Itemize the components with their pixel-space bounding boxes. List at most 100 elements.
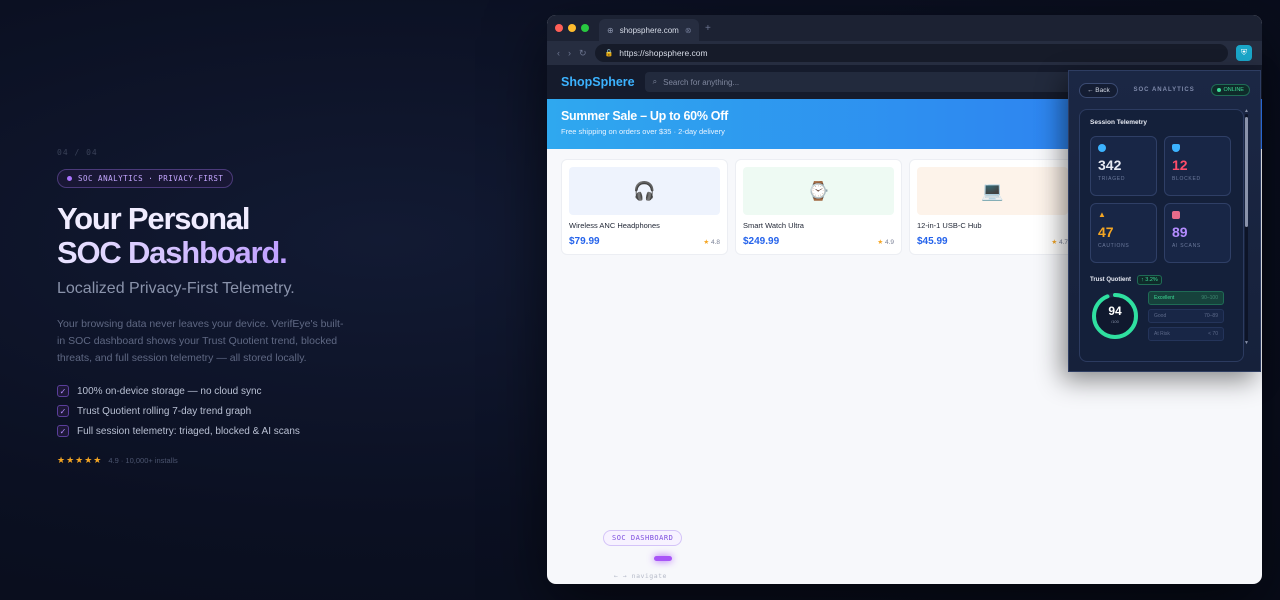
product-rating: ★ 4.7 xyxy=(1051,238,1068,246)
product-card[interactable]: 🎧 Wireless ANC Headphones $79.99 ★ 4.8 xyxy=(561,159,728,255)
rating-value: 4.8 xyxy=(710,238,720,246)
popup-scrollbar[interactable]: ▲ ▼ xyxy=(1244,109,1249,346)
minimize-window-button[interactable] xyxy=(568,24,576,32)
stat-card-cautions: ▲ 47 CAUTIONS xyxy=(1090,203,1157,263)
back-arrow-icon[interactable]: ‹ xyxy=(557,48,560,59)
warning-icon: ▲ xyxy=(1098,210,1106,219)
feature-item: ✓ 100% on-device storage — no cloud sync xyxy=(57,381,347,401)
feature-list: ✓ 100% on-device storage — no cloud sync … xyxy=(57,381,347,441)
trust-quotient-body: 94 /100 Excellent 90–100 Good 70–89 At R… xyxy=(1090,291,1233,341)
product-card[interactable]: ⌚ Smart Watch Ultra $249.99 ★ 4.9 xyxy=(735,159,902,255)
star-icon: ★ xyxy=(703,238,710,246)
product-meta: $79.99 ★ 4.8 xyxy=(569,236,720,247)
check-icon: ✓ xyxy=(57,385,69,397)
scroll-thumb[interactable] xyxy=(1245,117,1248,227)
product-price: $79.99 xyxy=(569,236,600,247)
tier-at-risk: At Risk < 70 xyxy=(1148,327,1224,341)
product-price: $45.99 xyxy=(917,236,948,247)
scroll-up-icon[interactable]: ▲ xyxy=(1244,109,1249,114)
subheadline: Localized Privacy-First Telemetry. xyxy=(57,280,295,297)
check-icon: ✓ xyxy=(57,425,69,437)
popup-header: ← Back SOC ANALYTICS ONLINE xyxy=(1069,71,1260,109)
tab-title: shopsphere.com xyxy=(619,25,679,35)
tier-label: At Risk xyxy=(1154,331,1170,337)
category-pill: SOC ANALYTICS · PRIVACY-FIRST xyxy=(57,169,234,188)
slide-indicator[interactable] xyxy=(654,556,672,561)
headline-line-1: Your Personal xyxy=(57,201,250,236)
stat-value: 12 xyxy=(1172,157,1188,173)
feature-text: Trust Quotient rolling 7-day trend graph xyxy=(77,405,252,417)
product-meta: $45.99 ★ 4.7 xyxy=(917,236,1068,247)
trust-quotient-delta: ↑ 3.2% xyxy=(1137,275,1162,285)
laptop-icon: 💻 xyxy=(917,167,1068,215)
feature-item: ✓ Full session telemetry: triaged, blocke… xyxy=(57,421,347,441)
stat-label: TRIAGED xyxy=(1098,176,1126,182)
trust-quotient-header: Trust Quotient ↑ 3.2% xyxy=(1090,275,1233,285)
status-badge: ONLINE xyxy=(1210,84,1250,96)
site-search-input[interactable]: ⌕ Search for anything... xyxy=(644,72,1075,92)
star-icon: ★ xyxy=(877,238,884,246)
navigate-hint: ← → navigate xyxy=(614,572,667,580)
lock-icon: 🔒 xyxy=(604,50,614,57)
description: Your browsing data never leaves your dev… xyxy=(57,318,344,364)
feature-item: ✓ Trust Quotient rolling 7-day trend grap… xyxy=(57,401,347,421)
stats-grid: 342 TRIAGED 12 BLOCKED ▲ 47 CAUTIONS 89 … xyxy=(1090,136,1233,263)
stat-value: 342 xyxy=(1098,157,1122,173)
product-name: Wireless ANC Headphones xyxy=(569,221,660,230)
globe-icon: ⊕ xyxy=(607,25,614,35)
trust-quotient-scale: /100 xyxy=(1111,319,1119,324)
forward-arrow-icon[interactable]: › xyxy=(568,48,571,59)
trust-quotient-value: 94 xyxy=(1108,304,1122,318)
tier-range: 70–89 xyxy=(1204,313,1218,319)
reload-icon[interactable]: ↻ xyxy=(579,48,587,59)
close-tab-icon[interactable]: ⊗ xyxy=(685,26,692,35)
address-bar[interactable]: 🔒 https://shopsphere.com xyxy=(594,44,1228,62)
shield-icon xyxy=(1098,144,1106,152)
tier-excellent: Excellent 90–100 xyxy=(1148,291,1224,305)
headphones-icon: 🎧 xyxy=(569,167,720,215)
robot-icon xyxy=(1172,211,1180,219)
telemetry-title: Session Telemetry xyxy=(1090,119,1147,126)
search-placeholder: Search for anything... xyxy=(663,77,740,87)
status-dot xyxy=(1216,88,1221,92)
product-name: Smart Watch Ultra xyxy=(743,221,804,230)
session-telemetry-panel: Session Telemetry 342 TRIAGED 12 BLOCKED… xyxy=(1079,109,1244,362)
stat-card-ai-scans: 89 AI SCANS xyxy=(1164,203,1231,263)
browser-tab[interactable]: ⊕ shopsphere.com ⊗ xyxy=(599,19,699,41)
trust-quotient-gauge: 94 /100 xyxy=(1090,291,1140,341)
popup-title: SOC ANALYTICS xyxy=(1133,87,1195,93)
stat-label: AI SCANS xyxy=(1172,243,1201,249)
close-window-button[interactable] xyxy=(555,24,563,32)
check-icon: ✓ xyxy=(57,405,69,417)
tier-label: Good xyxy=(1154,313,1167,319)
tier-range: 90–100 xyxy=(1201,295,1218,301)
stat-label: CAUTIONS xyxy=(1098,243,1130,249)
site-logo[interactable]: ShopSphere xyxy=(561,75,635,89)
product-rating: ★ 4.8 xyxy=(703,238,720,246)
headline-line-2: SOC Dashboard. xyxy=(57,236,347,270)
scroll-down-icon[interactable]: ▼ xyxy=(1244,341,1249,346)
tier-label: Excellent xyxy=(1154,295,1175,301)
nav-buttons: ‹ › ↻ xyxy=(557,48,587,59)
rating-value: 4.7 xyxy=(1058,238,1068,246)
stat-value: 89 xyxy=(1172,224,1188,240)
shield-icon xyxy=(1172,144,1180,152)
back-button[interactable]: ← Back xyxy=(1079,82,1118,98)
watch-icon: ⌚ xyxy=(743,167,894,215)
star-icons: ★★★★★ xyxy=(57,455,103,465)
window-controls xyxy=(555,24,589,32)
stat-label: BLOCKED xyxy=(1172,176,1201,182)
verifeye-extension-icon[interactable]: ⛨ xyxy=(1236,45,1252,61)
product-meta: $249.99 ★ 4.9 xyxy=(743,236,894,247)
product-card[interactable]: 💻 12-in-1 USB-C Hub $45.99 ★ 4.7 xyxy=(909,159,1076,255)
stat-card-triaged: 342 TRIAGED xyxy=(1090,136,1157,196)
extension-popup: ← Back SOC ANALYTICS ONLINE Session Tele… xyxy=(1068,70,1261,372)
new-tab-button[interactable]: + xyxy=(705,23,711,34)
maximize-window-button[interactable] xyxy=(581,24,589,32)
rating-value: 4.9 xyxy=(884,238,894,246)
rating: ★★★★★ 4.9 · 10,000+ installs xyxy=(57,455,347,466)
tier-range: < 70 xyxy=(1208,331,1218,337)
soc-dashboard-pill: SOC DASHBOARD xyxy=(603,530,683,546)
product-price: $249.99 xyxy=(743,236,780,247)
star-icon: ★ xyxy=(1051,238,1058,246)
